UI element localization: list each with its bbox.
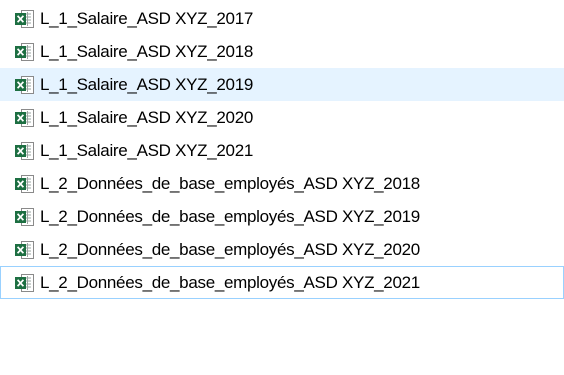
file-item[interactable]: L_1_Salaire_ASD XYZ_2021 [0, 134, 564, 167]
file-name: L_2_Données_de_base_employés_ASD XYZ_201… [40, 173, 420, 193]
excel-file-icon [14, 174, 36, 194]
file-item[interactable]: L_1_Salaire_ASD XYZ_2020 [0, 101, 564, 134]
file-item[interactable]: L_2_Données_de_base_employés_ASD XYZ_201… [0, 167, 564, 200]
file-name: L_2_Données_de_base_employés_ASD XYZ_201… [40, 206, 420, 226]
file-list: L_1_Salaire_ASD XYZ_2017 L_1_Salaire_ASD… [0, 0, 564, 375]
file-name: L_1_Salaire_ASD XYZ_2018 [40, 41, 254, 61]
file-name: L_2_Données_de_base_employés_ASD XYZ_202… [40, 272, 420, 292]
file-item[interactable]: L_1_Salaire_ASD XYZ_2018 [0, 35, 564, 68]
file-item-selected[interactable]: L_1_Salaire_ASD XYZ_2019 [0, 68, 564, 101]
file-name: L_1_Salaire_ASD XYZ_2017 [40, 8, 254, 28]
file-item-focused[interactable]: L_2_Données_de_base_employés_ASD XYZ_202… [0, 266, 564, 299]
file-name: L_1_Salaire_ASD XYZ_2019 [40, 74, 254, 94]
file-name: L_2_Données_de_base_employés_ASD XYZ_202… [40, 239, 420, 259]
file-name: L_1_Salaire_ASD XYZ_2020 [40, 107, 254, 127]
file-name: L_1_Salaire_ASD XYZ_2021 [40, 140, 254, 160]
excel-file-icon [14, 141, 36, 161]
excel-file-icon [14, 273, 36, 293]
excel-file-icon [14, 75, 36, 95]
excel-file-icon [14, 207, 36, 227]
excel-file-icon [14, 42, 36, 62]
file-item[interactable]: L_1_Salaire_ASD XYZ_2017 [0, 2, 564, 35]
excel-file-icon [14, 108, 36, 128]
excel-file-icon [14, 240, 36, 260]
file-item[interactable]: L_2_Données_de_base_employés_ASD XYZ_201… [0, 200, 564, 233]
excel-file-icon [14, 9, 36, 29]
file-item[interactable]: L_2_Données_de_base_employés_ASD XYZ_202… [0, 233, 564, 266]
